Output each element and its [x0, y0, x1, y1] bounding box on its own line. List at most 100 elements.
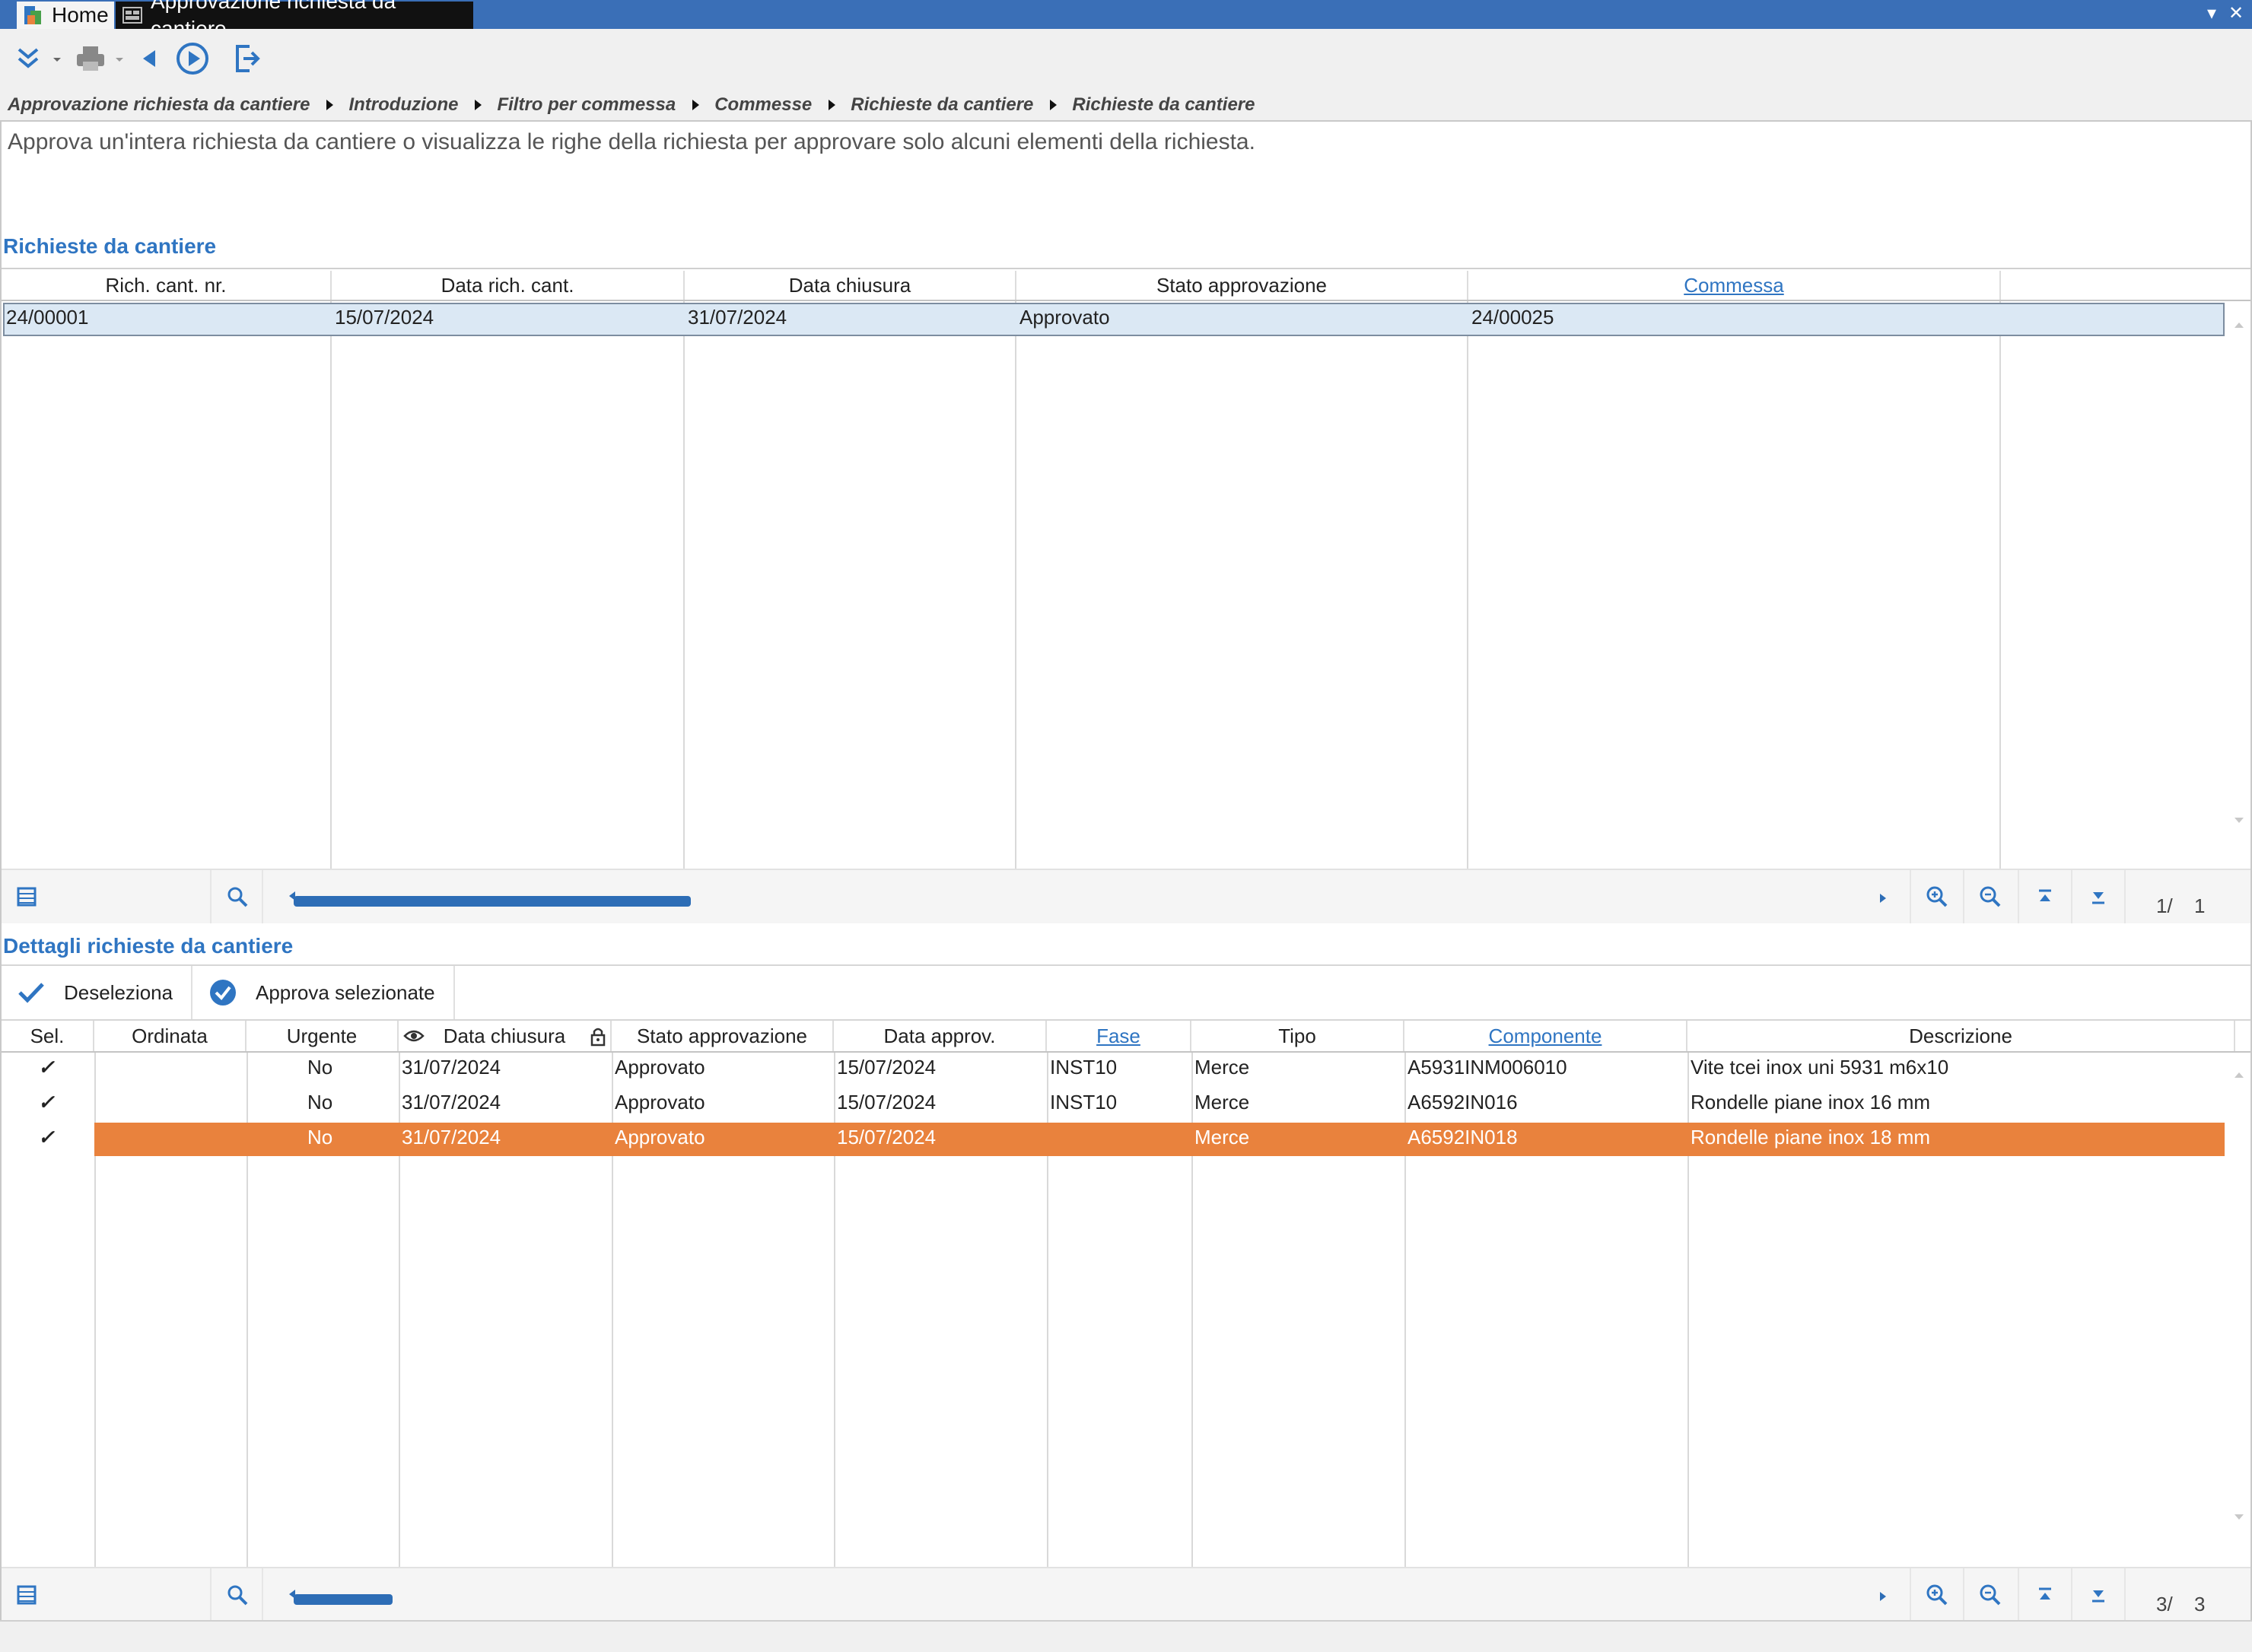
cell-sel-checkmark[interactable]: ✓	[38, 1126, 55, 1149]
window-close-button[interactable]: ✕	[2226, 3, 2246, 24]
scroll-down-icon[interactable]	[2232, 815, 2246, 826]
scroll-right-icon[interactable]	[1878, 891, 1888, 905]
zoom-out-button[interactable]	[1963, 870, 2016, 923]
col-header-fase[interactable]: Fase	[1047, 1021, 1191, 1051]
zoom-in-button[interactable]	[1910, 1568, 1963, 1622]
intro-text: Approva un'intera richiesta da cantiere …	[8, 129, 1255, 154]
collapse-icon	[17, 48, 39, 68]
cell-data-chiusura: 31/07/2024	[688, 306, 787, 329]
col-header-data-chiusura[interactable]: Data chiusura	[399, 1021, 612, 1051]
col-header-data-approv[interactable]: Data approv.	[834, 1021, 1047, 1051]
requests-grid-footer: 1/ 1	[2, 869, 2250, 923]
cell-data-approv: 15/07/2024	[837, 1126, 937, 1148]
cell-rich-nr: 24/00001	[6, 306, 89, 329]
collapse-button[interactable]	[9, 40, 47, 78]
go-bottom-icon	[2092, 1590, 2104, 1603]
breadcrumb-item[interactable]: Commesse	[714, 94, 812, 116]
divider	[2124, 870, 2127, 923]
col-header-rich-nr[interactable]: Rich. cant. nr.	[2, 271, 332, 300]
print-button[interactable]	[72, 40, 110, 78]
cell-descrizione: Vite tcei inox uni 5931 m6x10	[1691, 1056, 1949, 1079]
divider	[2124, 1568, 2127, 1622]
col-header-descrizione[interactable]: Descrizione	[1687, 1021, 2235, 1051]
eye-icon	[403, 1021, 425, 1051]
check-circle-icon	[210, 980, 236, 1005]
list-view-icon[interactable]	[15, 885, 38, 908]
breadcrumb-item[interactable]: Filtro per commessa	[497, 94, 676, 116]
last-record-button[interactable]	[2071, 1568, 2124, 1622]
back-button[interactable]	[131, 40, 169, 78]
horizontal-scrollbar-thumb[interactable]	[294, 896, 691, 907]
zoom-in-icon	[1926, 1584, 1948, 1606]
breadcrumb-arrow-icon	[829, 100, 836, 110]
list-view-icon[interactable]	[15, 1584, 38, 1606]
exit-button[interactable]	[228, 40, 266, 78]
breadcrumb-item[interactable]: Approvazione richiesta da cantiere	[8, 94, 310, 116]
col-header-ordinata[interactable]: Ordinata	[94, 1021, 247, 1051]
cell-tipo: Merce	[1194, 1091, 1250, 1114]
search-button[interactable]	[210, 1568, 263, 1622]
deselect-button[interactable]: Deseleziona	[2, 966, 193, 1019]
tab-home[interactable]: Home	[17, 2, 114, 29]
col-header-commessa[interactable]: Commessa	[1468, 271, 2001, 300]
tab-approvazione[interactable]: Approvazione richiesta da cantiere	[116, 0, 473, 40]
go-top-icon	[2039, 889, 2051, 901]
col-header-data-rich[interactable]: Data rich. cant.	[332, 271, 685, 300]
chevron-down-icon[interactable]	[114, 52, 125, 67]
cell-sel-checkmark[interactable]: ✓	[38, 1091, 55, 1114]
exit-icon	[236, 45, 260, 72]
cell-urgente: No	[307, 1126, 333, 1148]
col-header-data-chiusura[interactable]: Data chiusura	[685, 271, 1016, 300]
scroll-down-icon[interactable]	[2232, 1512, 2246, 1523]
breadcrumb: Approvazione richiesta da cantiere Intro…	[0, 88, 2252, 122]
col-header-sel[interactable]: Sel.	[2, 1021, 94, 1051]
tab-home-label: Home	[52, 3, 109, 27]
zoom-out-button[interactable]	[1963, 1568, 2016, 1622]
breadcrumb-item[interactable]: Introduzione	[348, 94, 458, 116]
col-header-stato[interactable]: Stato approvazione	[612, 1021, 834, 1051]
cell-descrizione: Rondelle piane inox 18 mm	[1691, 1126, 1931, 1148]
deselect-label: Deseleziona	[64, 980, 173, 1004]
grid-line	[1467, 301, 1468, 869]
cell-sel-checkmark[interactable]: ✓	[38, 1056, 55, 1079]
scroll-up-icon[interactable]	[2232, 1069, 2246, 1080]
scroll-right-icon[interactable]	[1878, 1590, 1888, 1603]
approve-selected-label: Approva selezionate	[256, 980, 435, 1004]
cell-fase: INST10	[1050, 1056, 1118, 1079]
requests-section-title: Richieste da cantiere	[3, 234, 217, 258]
breadcrumb-item[interactable]: Richieste da cantiere	[851, 94, 1033, 116]
search-icon	[227, 1585, 248, 1606]
grid-line	[1999, 301, 2001, 869]
chevron-down-icon[interactable]	[52, 52, 62, 67]
zoom-out-icon	[1980, 886, 2001, 907]
cell-stato: Approvato	[1019, 306, 1110, 329]
play-button[interactable]	[173, 40, 212, 78]
cell-urgente: No	[307, 1091, 333, 1114]
col-header-componente[interactable]: Componente	[1404, 1021, 1687, 1051]
details-grid-footer: 3/ 3	[2, 1567, 2250, 1622]
col-header-tipo[interactable]: Tipo	[1191, 1021, 1404, 1051]
toolbar	[0, 29, 2252, 88]
horizontal-scrollbar-thumb[interactable]	[294, 1594, 393, 1605]
first-record-button[interactable]	[2018, 1568, 2071, 1622]
cell-tipo: Merce	[1194, 1126, 1250, 1148]
zoom-out-icon	[1980, 1584, 2001, 1606]
cell-data-rich: 15/07/2024	[335, 306, 434, 329]
col-header-data-chiusura-label: Data chiusura	[443, 1025, 566, 1047]
last-record-button[interactable]	[2071, 870, 2124, 923]
search-button[interactable]	[210, 870, 263, 923]
approve-selected-button[interactable]: Approva selezionate	[193, 966, 455, 1019]
scroll-up-icon[interactable]	[2232, 319, 2246, 330]
zoom-in-button[interactable]	[1910, 870, 1963, 923]
details-action-bar: Deseleziona Approva selezionate	[2, 964, 2250, 1021]
first-record-button[interactable]	[2018, 870, 2071, 923]
cell-componente: A6592IN018	[1408, 1126, 1518, 1148]
window-menu-button[interactable]: ▾	[2202, 3, 2222, 24]
cell-stato: Approvato	[615, 1091, 705, 1114]
col-header-urgente[interactable]: Urgente	[247, 1021, 399, 1051]
divider	[2, 300, 2250, 301]
breadcrumb-item-current: Richieste da cantiere	[1072, 94, 1255, 115]
cell-data-chiusura: 31/07/2024	[402, 1056, 501, 1079]
col-header-stato[interactable]: Stato approvazione	[1016, 271, 1468, 300]
go-top-icon	[2039, 1587, 2051, 1600]
